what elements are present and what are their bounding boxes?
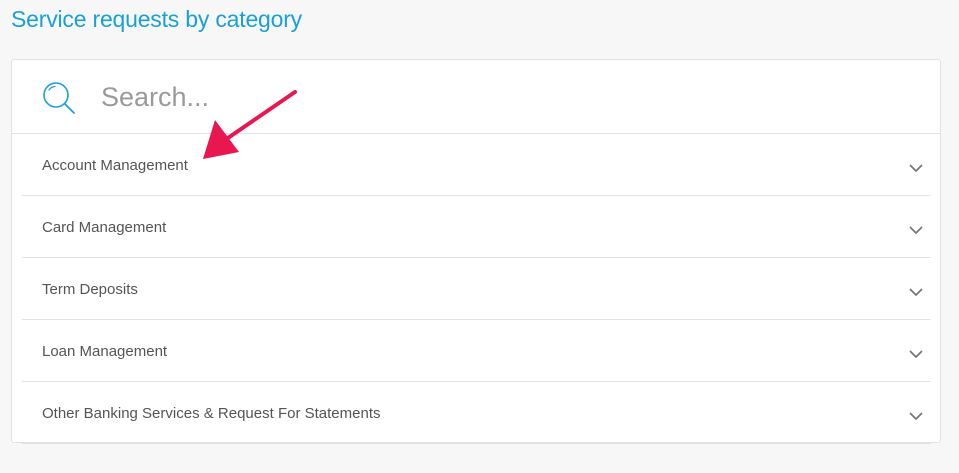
chevron-down-icon[interactable] xyxy=(909,288,923,297)
category-item-loan-management[interactable]: Loan Management xyxy=(22,320,931,382)
category-label: Card Management xyxy=(42,219,167,236)
chevron-down-icon[interactable] xyxy=(909,412,923,421)
page-title: Service requests by category xyxy=(11,6,302,32)
category-label: Account Management xyxy=(42,157,188,174)
chevron-down-icon[interactable] xyxy=(909,164,923,173)
category-item-account-management[interactable]: Account Management xyxy=(22,134,931,196)
category-label: Term Deposits xyxy=(42,281,138,298)
category-label: Loan Management xyxy=(42,343,168,360)
chevron-down-icon[interactable] xyxy=(909,350,923,359)
category-item-other-banking-services[interactable]: Other Banking Services & Request For Sta… xyxy=(22,382,931,444)
search-bar xyxy=(12,60,940,134)
category-label: Other Banking Services & Request For Sta… xyxy=(42,405,381,422)
category-item-term-deposits[interactable]: Term Deposits xyxy=(22,258,931,320)
category-list: Account Management Card Management Term … xyxy=(22,134,931,444)
category-panel: Account Management Card Management Term … xyxy=(11,59,941,444)
category-item-card-management[interactable]: Card Management xyxy=(22,196,931,258)
chevron-down-icon[interactable] xyxy=(909,226,923,235)
search-icon[interactable] xyxy=(41,80,77,116)
search-input[interactable] xyxy=(101,77,881,117)
